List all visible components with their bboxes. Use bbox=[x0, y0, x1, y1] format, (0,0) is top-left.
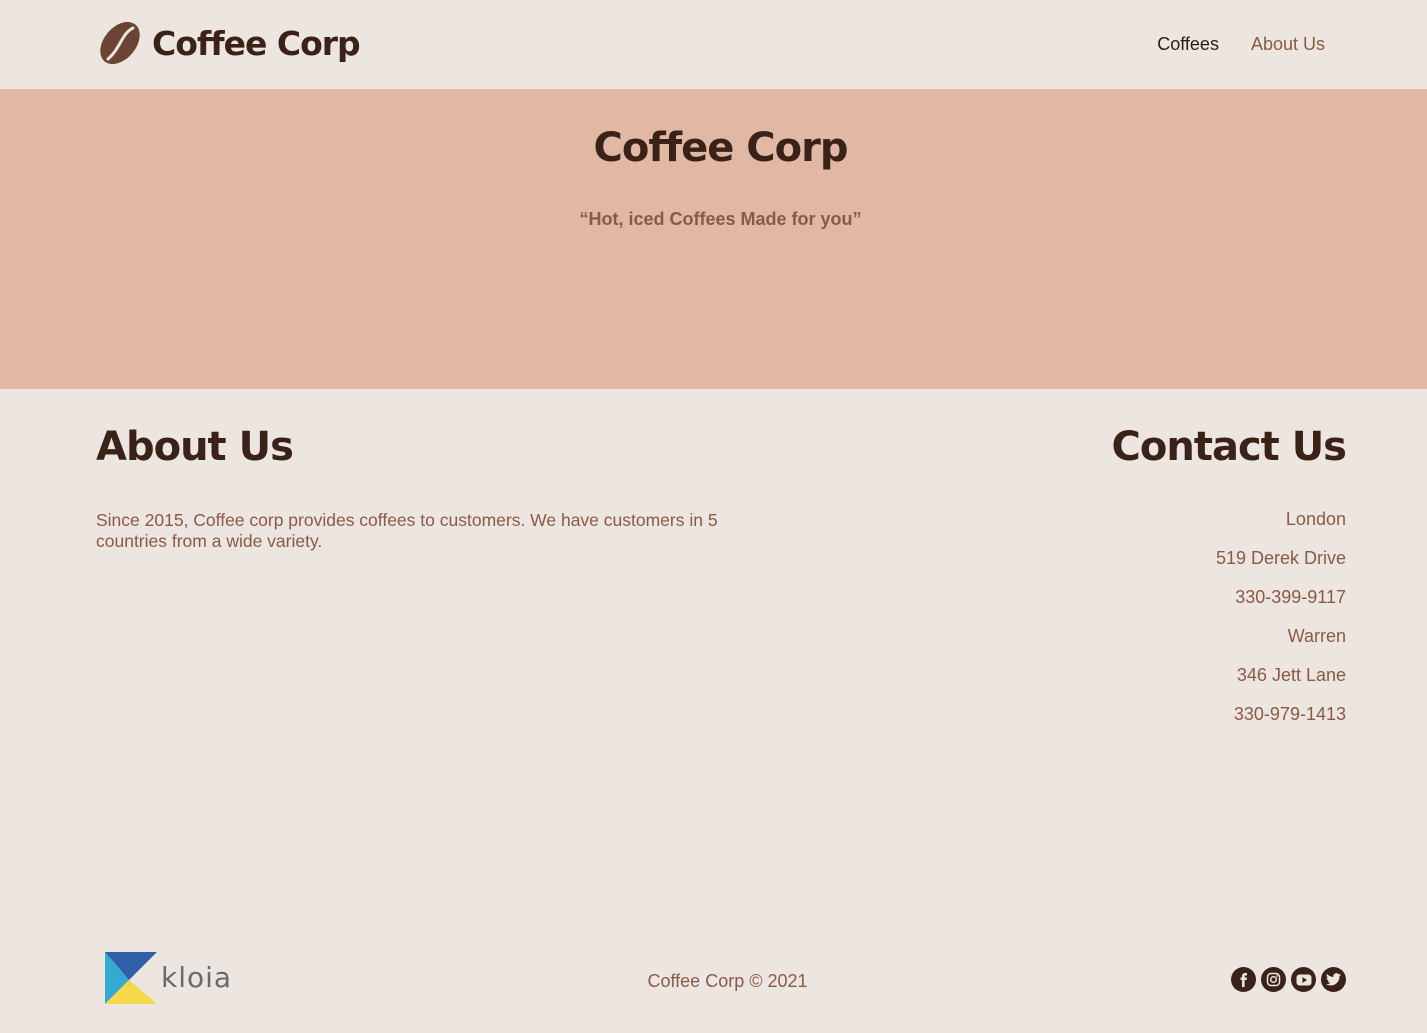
contact-line: 330-399-9117 bbox=[1235, 587, 1346, 607]
contact-line: Warren bbox=[1287, 626, 1346, 646]
nav-about-us[interactable]: About Us bbox=[1251, 34, 1325, 55]
logo-text: Coffee Corp bbox=[152, 23, 361, 63]
about-text: Since 2015, Coffee corp provides coffees… bbox=[96, 510, 718, 551]
facebook-icon[interactable] bbox=[1231, 967, 1256, 992]
contact-line: 519 Derek Drive bbox=[1215, 548, 1346, 568]
site-header: Coffee Corp Coffees About Us bbox=[0, 0, 1427, 89]
about-heading: About Us bbox=[96, 424, 294, 470]
copyright-text: Coffee Corp © 2021 bbox=[647, 971, 808, 991]
main-nav: Coffees About Us bbox=[1125, 34, 1325, 55]
hero-title: Coffee Corp bbox=[593, 125, 848, 171]
nav-coffees[interactable]: Coffees bbox=[1157, 34, 1219, 55]
youtube-icon[interactable] bbox=[1291, 967, 1316, 992]
contact-line: 330-979-1413 bbox=[1233, 704, 1346, 724]
contact-line: 346 Jett Lane bbox=[1236, 665, 1346, 685]
hero-banner: Coffee Corp “Hot, iced Coffees Made for … bbox=[0, 89, 1427, 389]
contact-heading: Contact Us bbox=[1111, 424, 1347, 470]
about-section: About Us Since 2015, Coffee corp provide… bbox=[96, 424, 736, 552]
coffee-bean-icon bbox=[100, 21, 140, 65]
contact-line: London bbox=[1285, 509, 1346, 529]
instagram-icon[interactable] bbox=[1261, 967, 1286, 992]
hero-subtitle: “Hot, iced Coffees Made for you” bbox=[579, 209, 862, 229]
social-links bbox=[1226, 967, 1346, 992]
contact-list: London 519 Derek Drive 330-399-9117 Warr… bbox=[1112, 508, 1346, 742]
twitter-icon[interactable] bbox=[1321, 967, 1346, 992]
site-logo[interactable]: Coffee Corp bbox=[96, 19, 361, 67]
contact-section: Contact Us London 519 Derek Drive 330-39… bbox=[1111, 424, 1347, 742]
